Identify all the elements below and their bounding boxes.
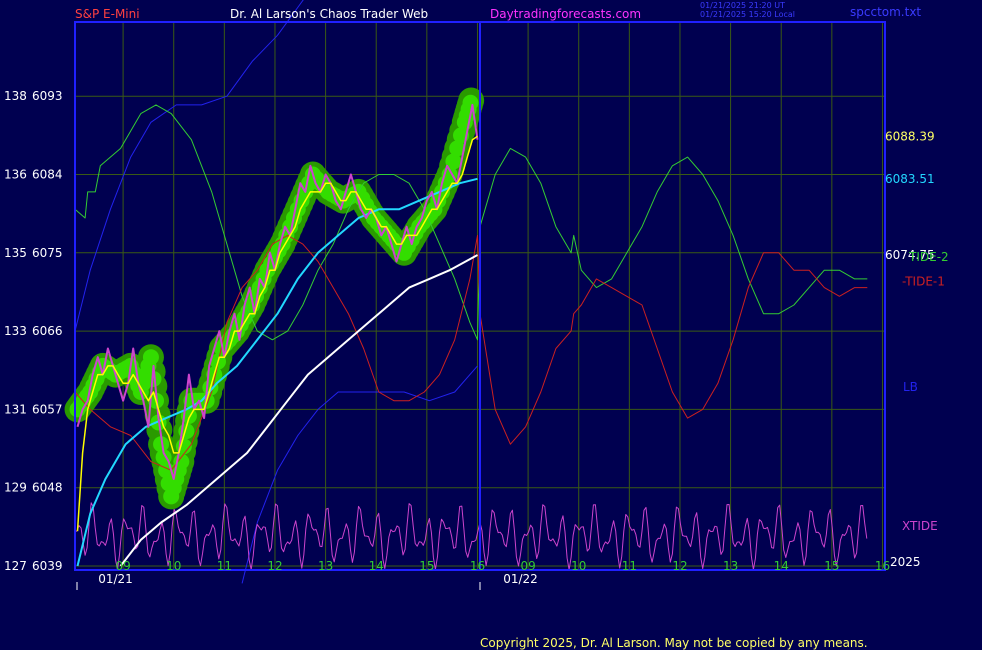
- y-tick-right-label: 6066: [32, 324, 63, 338]
- price-line: [76, 103, 479, 480]
- lower-band-line: [241, 365, 478, 584]
- x-tick-label: 11: [622, 559, 637, 573]
- timestamp-local: 01/21/2025 15:20 Local: [700, 10, 795, 19]
- y-tick-right-label: 6057: [32, 402, 63, 416]
- x-tick-label: 12: [672, 559, 687, 573]
- x-tick-label: 10: [166, 559, 181, 573]
- timestamp-ut: 01/21/2025 21:20 UT: [700, 1, 785, 10]
- right-value-label: 6083.51: [885, 172, 935, 186]
- y-tick-left-label: 138: [4, 89, 27, 103]
- fast-ma-line: [76, 135, 478, 532]
- y-tick-left-label: 133: [4, 324, 27, 338]
- date-label: 01/22: [503, 572, 538, 586]
- right-value-label: 6088.39: [885, 129, 935, 143]
- y-tick-right-label: 6039: [32, 559, 63, 573]
- x-tick-label: 11: [217, 559, 232, 573]
- y-tick-right-label: 6048: [32, 481, 63, 495]
- highlight-core: [462, 94, 479, 111]
- symbol-title: S&P E-Mini: [75, 7, 140, 21]
- chart-stage: 127 6039 129 6048 131 6057 133 6066 135 6075 136 60…: [0, 0, 982, 650]
- x-tick-label: 13: [723, 559, 738, 573]
- frame-layer: [74, 21, 886, 590]
- series-name-label: XTIDE: [902, 519, 938, 533]
- series-layer: [74, 0, 868, 584]
- x-tick-label: 14: [774, 559, 789, 573]
- x-tick-label: 15: [419, 559, 434, 573]
- highlight-core: [142, 349, 159, 366]
- x-tick-label: 13: [318, 559, 333, 573]
- highlight-layer: [64, 87, 485, 510]
- y-tick-right-label: 6093: [32, 89, 63, 103]
- x-tick-label: 14: [369, 559, 384, 573]
- copyright: Copyright 2025, Dr. Al Larson. May not b…: [480, 636, 868, 650]
- x-tick-label: 09: [520, 559, 535, 573]
- y-tick-left-label: 131: [4, 402, 27, 416]
- file-name: spcctom.txt: [850, 5, 921, 19]
- y-tick-left-label: 129: [4, 481, 27, 495]
- x-tick-label: 10: [571, 559, 586, 573]
- x-tick-label: 12: [267, 559, 282, 573]
- x-tick-label: 16: [875, 559, 890, 573]
- x-tick-label: 16: [470, 559, 485, 573]
- site-title: Dr. Al Larson's Chaos Trader Web: [230, 7, 428, 21]
- y-tick-left-label: 136: [4, 168, 27, 182]
- y-tick-right-label: 6075: [32, 246, 63, 260]
- site-url[interactable]: Daytradingforecasts.com: [490, 7, 641, 21]
- y-tick-right-label: 6084: [32, 168, 63, 182]
- x-tick-label: 09: [115, 559, 130, 573]
- chart-canvas: 127 6039 129 6048 131 6057 133 6066 135 6075 136 60…: [4, 0, 949, 650]
- series-name-label: LB: [903, 380, 918, 394]
- year-label: 2025: [890, 555, 921, 569]
- x-tick-label: 15: [824, 559, 839, 573]
- date-label: 01/21: [98, 572, 133, 586]
- series-name-label: TIDE-2: [908, 250, 949, 264]
- series-name-label: -TIDE-1: [902, 275, 945, 289]
- y-tick-left-label: 135: [4, 246, 27, 260]
- y-tick-left-label: 127: [4, 559, 27, 573]
